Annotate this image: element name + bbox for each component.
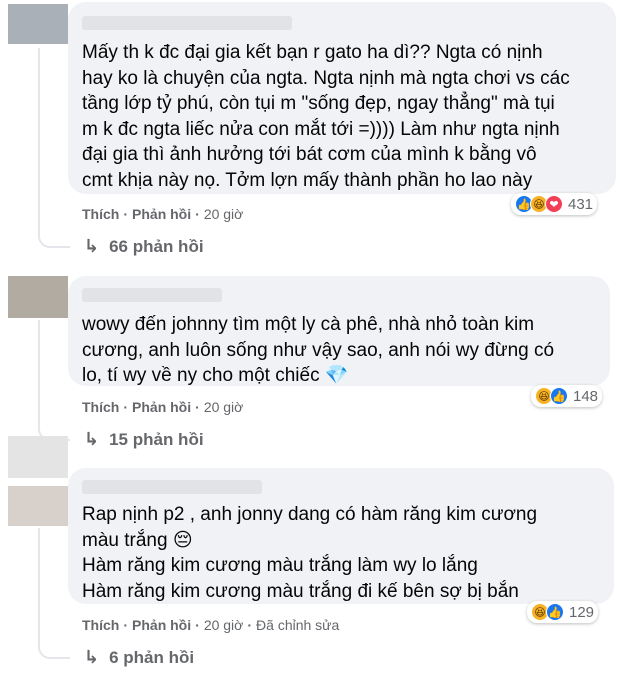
separator: ·: [123, 206, 129, 222]
commenter-name[interactable]: [82, 480, 262, 494]
avatar[interactable]: [8, 486, 68, 526]
view-replies-link[interactable]: ↳ 66 phản hồi: [84, 236, 204, 257]
reaction-summary[interactable]: 👍 😆 ❤ 431: [511, 193, 598, 215]
reaction-count: 148: [573, 387, 599, 405]
timestamp[interactable]: 20 giờ: [204, 399, 244, 415]
like-reaction-icon: 👍: [550, 387, 568, 405]
view-replies-link[interactable]: ↳ 15 phản hồi: [84, 429, 204, 450]
reply-link[interactable]: Phản hồi: [132, 617, 191, 633]
separator: ·: [195, 617, 200, 633]
reply-arrow-icon: ↳: [84, 429, 100, 449]
commenter-name[interactable]: [82, 16, 292, 30]
timestamp[interactable]: 20 giờ: [204, 206, 244, 222]
comment-bubble: Mấy th k đc đại gia kết bạn r gato ha dì…: [68, 2, 616, 194]
thread-hook: [38, 637, 70, 659]
thread-line: [38, 320, 40, 430]
reaction-summary[interactable]: 😆 👍 148: [531, 385, 603, 407]
avatar[interactable]: [8, 436, 68, 478]
reply-arrow-icon: ↳: [84, 236, 100, 256]
comment-bubble: wowy đến johnny tìm một ly cà phê, nhà n…: [68, 276, 610, 386]
reply-arrow-icon: ↳: [84, 647, 100, 667]
reply-link[interactable]: Phản hồi: [132, 399, 191, 415]
avatar[interactable]: [8, 276, 68, 318]
separator: ·: [195, 206, 200, 222]
replies-count: 6 phản hồi: [109, 647, 195, 667]
replies-count: 66 phản hồi: [109, 236, 204, 256]
separator: ·: [123, 399, 129, 415]
comment-text: Rap nịnh p2 , anh jonny dang có hàm răng…: [82, 504, 538, 602]
like-link[interactable]: Thích: [82, 399, 119, 415]
comment-actions: Thích · Phản hồi · 20 giờ: [82, 399, 243, 415]
separator: ·: [123, 617, 129, 633]
separator: ·: [195, 399, 200, 415]
replies-count: 15 phản hồi: [109, 429, 204, 449]
commenter-name[interactable]: [82, 288, 222, 302]
reaction-count: 129: [569, 603, 595, 621]
edited-label: Đã chỉnh sửa: [256, 617, 340, 633]
reply-link[interactable]: Phản hồi: [132, 206, 191, 222]
like-link[interactable]: Thích: [82, 617, 119, 633]
comment-text: Mấy th k đc đại gia kết bạn r gato ha dì…: [82, 42, 570, 191]
reaction-summary[interactable]: 😆 👍 129: [527, 601, 599, 623]
thread-line: [38, 48, 40, 236]
comment-actions: Thích · Phản hồi · 20 giờ: [82, 206, 243, 222]
separator: ·: [247, 617, 253, 633]
comment-bubble: Rap nịnh p2 , anh jonny dang có hàm răng…: [68, 468, 614, 604]
avatar[interactable]: [8, 4, 68, 44]
like-link[interactable]: Thích: [82, 206, 119, 222]
thread-hook: [38, 226, 70, 248]
thread-line: [38, 528, 40, 648]
love-reaction-icon: ❤: [545, 195, 563, 213]
view-replies-link[interactable]: ↳ 6 phản hồi: [84, 647, 194, 668]
comment-actions: Thích · Phản hồi · 20 giờ · Đã chỉnh sửa: [82, 617, 339, 633]
comment-text: wowy đến johnny tìm một ly cà phê, nhà n…: [82, 314, 555, 387]
timestamp[interactable]: 20 giờ: [204, 617, 244, 633]
reaction-count: 431: [568, 195, 594, 213]
like-reaction-icon: 👍: [546, 603, 564, 621]
